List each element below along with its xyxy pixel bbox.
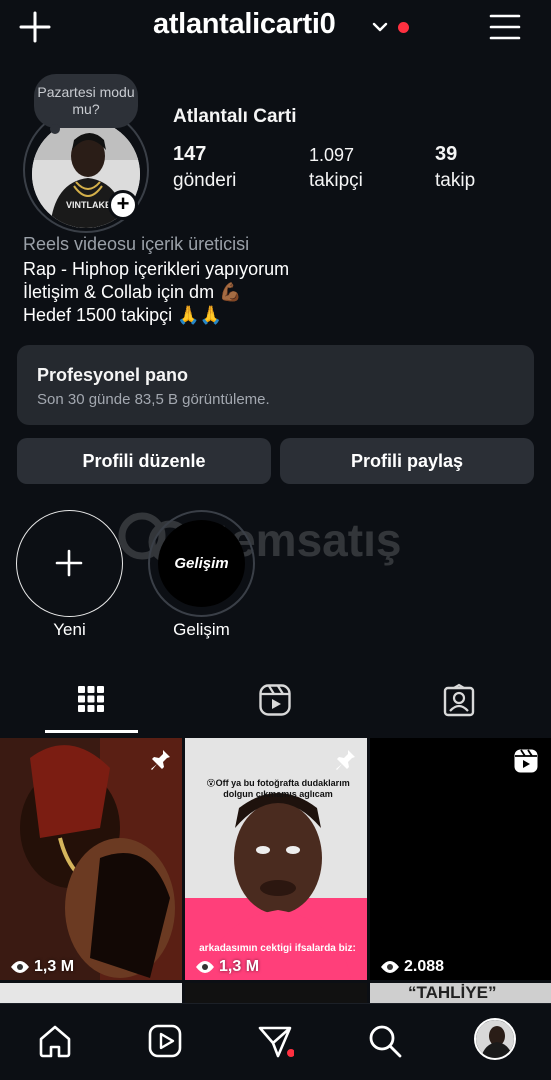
post-caption-bottom: arkadasımın cektigi ifsalarda biz: [199,943,356,954]
dashboard-subtitle: Son 30 günde 83,5 B görüntüleme. [37,391,270,408]
post-tile[interactable]: 2.088 [370,738,551,980]
view-count-text: 1,3 M [34,958,75,975]
highlight-label: Yeni [53,620,86,639]
stat-followers-label: takipçi [309,170,363,191]
messages-icon[interactable] [256,1022,294,1060]
stat-followers[interactable]: 1.097 takipçi [309,145,363,192]
bio-line: Rap - Hiphop içerikleri yapıyorum [23,259,290,279]
plus-icon [55,549,83,577]
view-count: 1,3 M [195,958,259,976]
eye-icon [381,961,399,973]
post-tile[interactable]: 😵Off ya bu fotoğrafta dudaklarım dolgun … [185,738,367,980]
username-title[interactable]: atlantalicarti0 [153,8,336,41]
post-tile[interactable] [185,983,367,1003]
reels-icon[interactable] [258,683,292,717]
pin-icon [148,748,172,772]
profile-avatar[interactable] [474,1018,516,1060]
post-caption: “TAHLİYE” [408,983,497,1002]
share-profile-button[interactable]: Profili paylaş [280,438,534,484]
edit-profile-button[interactable]: Profili düzenle [17,438,271,484]
stat-following-label: takip [435,170,476,191]
eye-icon [11,961,29,973]
post-tile[interactable] [0,983,182,1003]
reels-icon [513,748,539,774]
highlight-new[interactable] [16,510,123,617]
svg-text:VINTLAKE: VINTLAKE [66,200,111,210]
post-tile[interactable]: “TAHLİYE” [370,983,551,1003]
professional-dashboard-card[interactable]: Profesyonel pano Son 30 günde 83,5 B gör… [17,345,534,425]
profile-tabs [0,670,551,734]
stat-followers-value: 1.097 [309,145,355,165]
stat-following-value: 39 [435,143,458,165]
highlight-label: Gelişim [173,620,230,639]
stat-following[interactable]: 39 takip [435,143,475,192]
stat-posts-label: gönderi [173,170,237,191]
tagged-icon[interactable] [442,683,476,717]
top-bar: atlantalicarti0 [0,0,551,56]
stat-posts[interactable]: 147 gönderi [173,143,236,192]
view-count-text: 2.088 [404,958,445,975]
view-count: 2.088 [380,958,444,976]
post-tile[interactable]: 1,3 M [0,738,182,980]
search-icon[interactable] [366,1022,404,1060]
view-count-text: 1,3 M [219,958,260,975]
stat-posts-value: 147 [173,143,207,165]
pin-icon [333,748,357,772]
note-bubble[interactable]: Pazartesi modu mu? [34,74,138,128]
grid-icon[interactable] [76,684,106,714]
profile-category: Reels videosu içerik üreticisi [23,234,250,254]
plus-icon[interactable] [18,10,52,44]
chevron-down-icon[interactable] [371,18,389,36]
note-bubble-tail [50,124,60,134]
dashboard-title: Profesyonel pano [37,365,189,385]
add-story-button[interactable]: + [108,190,138,220]
eye-icon [196,961,214,973]
view-count: 1,3 M [10,958,74,976]
home-icon[interactable] [36,1022,74,1060]
bio-line: Hedef 1500 takipçi 🙏🙏 [23,305,222,325]
reels-icon[interactable] [146,1022,184,1060]
notification-dot [398,22,409,33]
bottom-nav [0,1003,551,1080]
bio-line: İletişim & Collab için dm 💪🏾 [23,282,242,302]
hamburger-menu-icon[interactable] [488,10,522,44]
highlight-cover: Gelişim [158,520,245,607]
active-tab-indicator [45,730,138,733]
display-name: Atlantalı Carti [173,106,297,127]
post-caption-top: 😵Off ya bu fotoğrafta dudaklarım dolgun … [206,778,350,799]
